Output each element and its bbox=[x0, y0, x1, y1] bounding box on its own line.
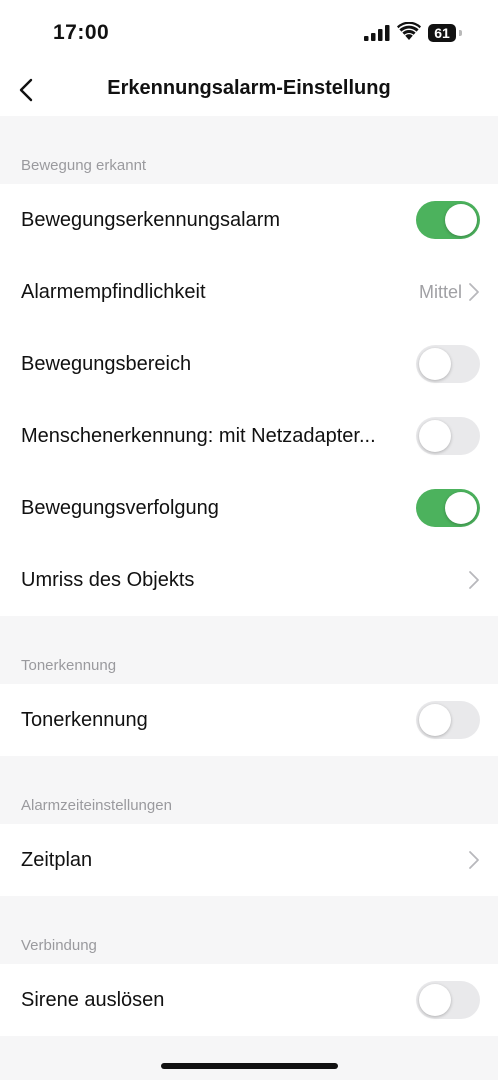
setting-label: Bewegungsbereich bbox=[21, 352, 192, 375]
setting-label: Menschenerkennung: mit Netzadapter... bbox=[21, 424, 376, 447]
setting-row-sound-detection: Tonerkennung bbox=[0, 684, 498, 756]
setting-row-motion-tracking: Bewegungsverfolgung bbox=[0, 472, 498, 544]
battery-cap bbox=[459, 30, 462, 36]
setting-row-schedule[interactable]: Zeitplan bbox=[0, 824, 498, 896]
setting-label: Zeitplan bbox=[21, 848, 93, 871]
wifi-icon bbox=[397, 22, 421, 40]
toggle-knob bbox=[419, 348, 451, 380]
chevron-right-icon bbox=[469, 571, 479, 589]
human-detection-toggle[interactable] bbox=[416, 417, 480, 455]
sound-detection-toggle[interactable] bbox=[416, 701, 480, 739]
setting-label: Tonerkennung bbox=[21, 708, 148, 731]
section-motion: Bewegungserkennungsalarm Alarmempfindlic… bbox=[0, 184, 498, 616]
chevron-right-icon bbox=[469, 851, 479, 869]
motion-tracking-toggle[interactable] bbox=[416, 489, 480, 527]
setting-label: Alarmempfindlichkeit bbox=[21, 280, 206, 303]
siren-toggle[interactable] bbox=[416, 981, 480, 1019]
setting-row-human-detection: Menschenerkennung: mit Netzadapter... bbox=[0, 400, 498, 472]
setting-row-siren: Sirene auslösen bbox=[0, 964, 498, 1036]
toggle-knob bbox=[445, 492, 477, 524]
status-bar: 17:00 61 bbox=[0, 0, 498, 64]
setting-row-motion-alarm: Bewegungserkennungsalarm bbox=[0, 184, 498, 256]
toggle-knob bbox=[419, 704, 451, 736]
section-connection: Sirene auslösen bbox=[0, 964, 498, 1036]
navigation-bar: Erkennungsalarm-Einstellung bbox=[0, 64, 498, 116]
section-header-sound: Tonerkennung bbox=[21, 657, 117, 674]
setting-label: Bewegungsverfolgung bbox=[21, 496, 219, 519]
home-indicator bbox=[161, 1063, 338, 1069]
battery-icon: 61 bbox=[428, 24, 456, 42]
setting-row-motion-area: Bewegungsbereich bbox=[0, 328, 498, 400]
chevron-right-icon bbox=[469, 283, 479, 301]
section-sound: Tonerkennung bbox=[0, 684, 498, 756]
page-title: Erkennungsalarm-Einstellung bbox=[107, 77, 391, 99]
section-header-motion: Bewegung erkannt bbox=[21, 157, 147, 174]
settings-list: Bewegung erkannt Bewegungserkennungsalar… bbox=[0, 116, 498, 1036]
setting-label: Umriss des Objekts bbox=[21, 568, 195, 591]
section-header-connection: Verbindung bbox=[21, 937, 97, 954]
motion-alarm-toggle[interactable] bbox=[416, 201, 480, 239]
toggle-knob bbox=[419, 984, 451, 1016]
section-alarm-time: Zeitplan bbox=[0, 824, 498, 896]
toggle-knob bbox=[419, 420, 451, 452]
sensitivity-value: Mittel bbox=[418, 281, 462, 302]
toggle-knob bbox=[445, 204, 477, 236]
section-header-alarm-time: Alarmzeiteinstellungen bbox=[21, 797, 172, 814]
setting-label: Bewegungserkennungsalarm bbox=[21, 208, 281, 231]
setting-row-object-outline[interactable]: Umriss des Objekts bbox=[0, 544, 498, 616]
motion-area-toggle[interactable] bbox=[416, 345, 480, 383]
status-time: 17:00 bbox=[53, 21, 110, 44]
cellular-signal-icon bbox=[364, 25, 390, 41]
setting-label: Sirene auslösen bbox=[21, 988, 165, 1011]
setting-row-alarm-sensitivity[interactable]: Alarmempfindlichkeit Mittel bbox=[0, 256, 498, 328]
